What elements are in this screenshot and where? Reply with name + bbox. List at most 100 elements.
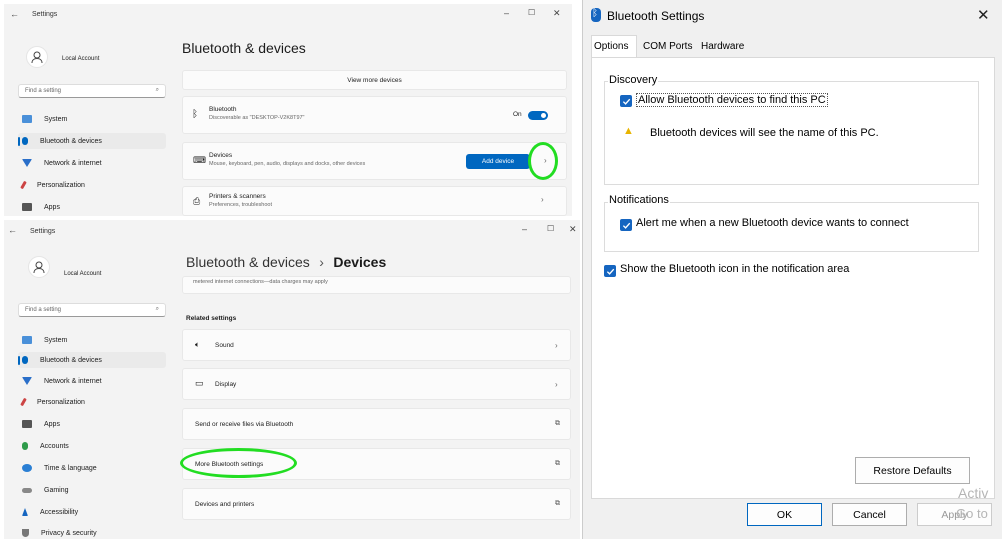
search-input[interactable]: Find a setting ⌕ xyxy=(18,303,166,317)
nav-item-accounts[interactable]: Accounts xyxy=(18,438,166,454)
account-name: Local Account xyxy=(64,271,102,277)
activation-watermark: Activ xyxy=(958,485,989,501)
tab-hardware[interactable]: Hardware xyxy=(701,41,744,52)
dialog-title: Bluetooth Settings xyxy=(607,9,705,23)
ok-button[interactable]: OK xyxy=(747,503,822,526)
printers-row[interactable]: ⎙ Printers & scanners Preferences, troub… xyxy=(182,186,567,216)
user-icon xyxy=(33,261,45,274)
tab-com-ports[interactable]: COM Ports xyxy=(643,41,692,52)
nav-item-system[interactable]: System xyxy=(18,332,166,348)
bluetooth-icon xyxy=(22,356,28,364)
highlight-circle xyxy=(528,142,558,180)
nav-item-accessibility[interactable]: Accessibility xyxy=(18,504,166,520)
nav-item-personalization[interactable]: Personalization xyxy=(18,177,166,193)
cancel-button[interactable]: Cancel xyxy=(832,503,907,526)
nav-item-personalization[interactable]: Personalization xyxy=(18,394,166,410)
chevron-right-icon[interactable]: › xyxy=(541,195,544,204)
devices-row[interactable]: ⌨ Devices Mouse, keyboard, pen, audio, d… xyxy=(182,142,567,180)
nav-item-apps[interactable]: Apps xyxy=(18,199,166,215)
speaker-icon: 🔈︎ xyxy=(195,340,200,349)
external-link-icon: ⧉ xyxy=(555,460,560,467)
bluetooth-icon xyxy=(22,137,28,145)
alert-checkbox[interactable] xyxy=(620,219,632,231)
bluetooth-row: ᛒ Bluetooth Discoverable as "DESKTOP-V2K… xyxy=(182,96,567,134)
nav-item-gaming[interactable]: Gaming xyxy=(18,482,166,498)
bluetooth-state: On xyxy=(513,111,522,118)
sound-row[interactable]: 🔈︎ Sound › xyxy=(182,329,571,361)
monitor-icon: ▭ xyxy=(195,378,204,388)
external-link-icon: ⧉ xyxy=(555,420,560,427)
window-title: Settings xyxy=(30,228,56,235)
account-name: Local Account xyxy=(62,56,100,62)
allow-discovery-label[interactable]: Allow Bluetooth devices to find this PC xyxy=(636,93,828,107)
apps-icon xyxy=(22,420,32,428)
breadcrumb: Bluetooth & devices › Devices xyxy=(186,254,386,272)
globe-icon xyxy=(22,464,32,472)
close-icon[interactable]: ✕ xyxy=(569,224,577,235)
maximize-icon[interactable]: ☐ xyxy=(528,8,535,17)
show-icon-checkbox[interactable] xyxy=(604,265,616,277)
nav-item-system[interactable]: System xyxy=(18,111,166,127)
close-icon[interactable]: ✕ xyxy=(553,8,561,19)
search-icon: ⌕ xyxy=(155,306,159,312)
window-title: Settings xyxy=(32,11,58,18)
search-input[interactable]: Find a setting ⌕ xyxy=(18,84,166,98)
related-settings-header: Related settings xyxy=(186,315,237,322)
restore-defaults-button[interactable]: Restore Defaults xyxy=(855,457,970,484)
maximize-icon[interactable]: ☐ xyxy=(547,224,554,233)
external-link-icon: ⧉ xyxy=(555,500,560,507)
settings-window-bottom: ← Settings – ☐ ✕ Local Account Find a se… xyxy=(4,220,580,539)
breadcrumb-current: Devices xyxy=(333,254,387,270)
system-icon xyxy=(22,115,32,123)
minimize-icon[interactable]: – xyxy=(504,8,509,18)
minimize-icon[interactable]: – xyxy=(522,224,527,234)
bluetooth-icon: ᛒ xyxy=(591,8,601,22)
tab-options[interactable]: Options xyxy=(591,35,637,58)
chevron-right-icon[interactable]: › xyxy=(555,341,558,350)
nav-item-apps[interactable]: Apps xyxy=(18,416,166,432)
devices-printers-row[interactable]: Devices and printers ⧉ xyxy=(182,488,571,520)
bluetooth-settings-dialog: ᛒ Bluetooth Settings ✕ Options COM Ports… xyxy=(582,0,1002,539)
page-title: Bluetooth & devices xyxy=(182,40,306,56)
options-panel: Discovery Allow Bluetooth devices to fin… xyxy=(591,57,995,501)
nav-item-privacy[interactable]: Privacy & security xyxy=(18,525,166,539)
settings-window-top: ← Settings – ☐ ✕ Local Account Find a se… xyxy=(4,4,572,216)
notifications-label: Notifications xyxy=(608,194,670,206)
chevron-right-icon[interactable]: › xyxy=(555,380,558,389)
display-row[interactable]: ▭ Display › xyxy=(182,368,571,400)
brush-icon xyxy=(20,180,27,190)
shield-icon xyxy=(22,529,29,537)
bluetooth-toggle[interactable] xyxy=(528,111,548,120)
breadcrumb-parent[interactable]: Bluetooth & devices xyxy=(186,254,310,270)
back-arrow-icon[interactable]: ← xyxy=(8,225,17,235)
nav-item-bluetooth[interactable]: Bluetooth & devices xyxy=(18,133,166,149)
add-device-button[interactable]: Add device xyxy=(466,154,530,169)
network-icon xyxy=(22,159,32,167)
nav-item-time-language[interactable]: Time & language xyxy=(18,460,166,476)
back-arrow-icon[interactable]: ← xyxy=(10,9,19,19)
view-more-devices[interactable]: View more devices xyxy=(182,70,567,90)
breadcrumb-separator: › xyxy=(319,254,324,270)
avatar xyxy=(26,46,48,68)
nav-item-bluetooth[interactable]: Bluetooth & devices xyxy=(18,352,166,368)
activation-watermark-2: Go to xyxy=(956,506,988,521)
account-icon xyxy=(22,442,28,450)
nav-item-network[interactable]: Network & internet xyxy=(18,155,166,171)
close-icon[interactable]: ✕ xyxy=(977,6,990,24)
accessibility-icon xyxy=(22,508,28,516)
alert-label[interactable]: Alert me when a new Bluetooth device wan… xyxy=(636,217,909,229)
allow-discovery-checkbox[interactable] xyxy=(620,95,632,107)
nav-item-network[interactable]: Network & internet xyxy=(18,373,166,389)
warning-text: Bluetooth devices will see the name of t… xyxy=(650,127,879,139)
discovery-label: Discovery xyxy=(608,74,659,86)
gamepad-icon xyxy=(22,487,32,493)
system-icon xyxy=(22,336,32,344)
user-icon xyxy=(31,51,43,64)
show-icon-label[interactable]: Show the Bluetooth icon in the notificat… xyxy=(620,263,849,275)
network-icon xyxy=(22,377,32,385)
search-icon: ⌕ xyxy=(155,87,159,93)
send-receive-row[interactable]: Send or receive files via Bluetooth ⧉ xyxy=(182,408,571,440)
bluetooth-icon: ᛒ xyxy=(192,109,198,120)
metered-note: metered internet connections—data charge… xyxy=(182,276,571,294)
brush-icon xyxy=(20,397,27,407)
